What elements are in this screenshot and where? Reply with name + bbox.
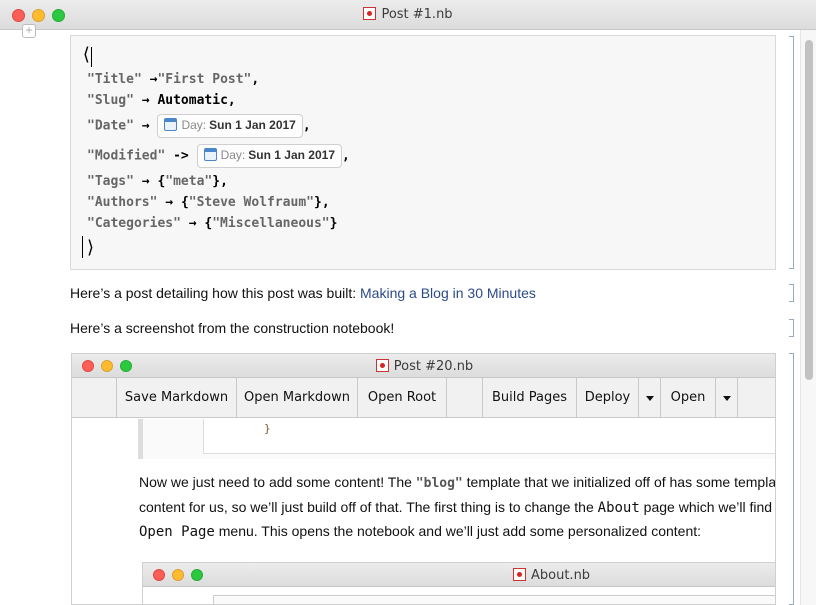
- bracket-bar: [82, 236, 83, 258]
- date-object-box[interactable]: Day: Sun 1 Jan 2017: [157, 114, 303, 138]
- build-pages-button[interactable]: Build Pages: [482, 378, 576, 418]
- inner-code-frame: }: [203, 419, 775, 454]
- input-cell[interactable]: ⟨ "Title" →"First Post", "Slug" → Automa…: [70, 35, 776, 270]
- text-cell-post-link: Here’s a post detailing how this post wa…: [70, 285, 536, 301]
- inner-paragraph-line-1: Now we just need to add some content! Th…: [139, 474, 776, 491]
- add-cell-icon[interactable]: +: [22, 24, 36, 38]
- calendar-icon: [164, 118, 178, 131]
- scrollbar-thumb[interactable]: [805, 40, 813, 380]
- slug-line: "Slug" → Automatic,: [87, 93, 236, 108]
- inner-window-title: Post #20.nb: [72, 359, 775, 374]
- about-close-icon: [153, 569, 165, 581]
- categories-line: "Categories" → {"Miscellaneous"}: [87, 216, 338, 231]
- authors-line: "Authors" → {"Steve Wolfraum"},: [87, 195, 330, 210]
- cell-bracket[interactable]: [789, 36, 794, 269]
- text-cursor: [91, 47, 92, 67]
- about-zoom-icon: [191, 569, 203, 581]
- date-line: "Date" → Day: Sun 1 Jan 2017 ,: [87, 114, 311, 138]
- about-window-titlebar: About.nb: [143, 563, 775, 587]
- open-root-button[interactable]: Open Root: [357, 378, 446, 418]
- about-minimize-icon: [172, 569, 184, 581]
- about-window-title: About.nb: [513, 568, 590, 583]
- notebook-icon: [375, 359, 389, 372]
- inner-window-titlebar: Post #20.nb: [72, 354, 775, 378]
- deploy-button[interactable]: Deploy: [576, 378, 638, 418]
- window-titlebar: Post #1.nb: [0, 0, 816, 30]
- calendar-icon: [203, 148, 217, 161]
- vertical-scrollbar[interactable]: [800, 30, 816, 605]
- docked-toolbar: Save Markdown Open Markdown Open Root Bu…: [72, 378, 775, 418]
- cell-bracket[interactable]: [789, 353, 794, 605]
- save-markdown-button[interactable]: Save Markdown: [116, 378, 236, 418]
- text-cell-screenshot-caption: Here’s a screenshot from the constructio…: [70, 320, 395, 336]
- inner-notebook-body: } Now we just need to add some content! …: [72, 419, 776, 604]
- modified-line: "Modified" -> Day: Sun 1 Jan 2017 ,: [87, 144, 350, 168]
- modified-date-object-box[interactable]: Day: Sun 1 Jan 2017: [196, 144, 342, 168]
- window-title: Post #1.nb: [0, 7, 816, 22]
- notebook-icon: [513, 568, 526, 581]
- title-line: "Title" →"First Post",: [87, 72, 260, 87]
- deploy-dropdown-chevron-icon[interactable]: [638, 378, 660, 418]
- embedded-screenshot: Post #20.nb Save Markdown Open Markdown …: [71, 353, 776, 605]
- cell-bracket[interactable]: [789, 284, 794, 302]
- inner-code-cell: }: [138, 419, 775, 459]
- open-dropdown-chevron-icon[interactable]: [715, 378, 737, 418]
- inner-paragraph-line-2: content for us, so we’ll just build off …: [139, 499, 773, 516]
- cell-bracket[interactable]: [789, 319, 794, 337]
- inner-paragraph-line-3: Open Page menu. This opens the notebook …: [139, 523, 702, 540]
- open-markdown-button[interactable]: Open Markdown: [236, 378, 357, 418]
- tags-line: "Tags" → {"meta"},: [87, 174, 228, 189]
- toolbar-spacer: [446, 378, 482, 418]
- about-code-cell: [213, 595, 775, 604]
- notebook-icon: [363, 7, 377, 20]
- blog-post-link[interactable]: Making a Blog in 30 Minutes: [360, 285, 536, 301]
- inner-close-brace: }: [264, 422, 271, 435]
- open-button[interactable]: Open: [660, 378, 715, 418]
- toolbar-divider: [737, 378, 775, 418]
- close-association-bracket: ⟩: [85, 237, 96, 258]
- about-window-screenshot: About.nb: [142, 562, 775, 604]
